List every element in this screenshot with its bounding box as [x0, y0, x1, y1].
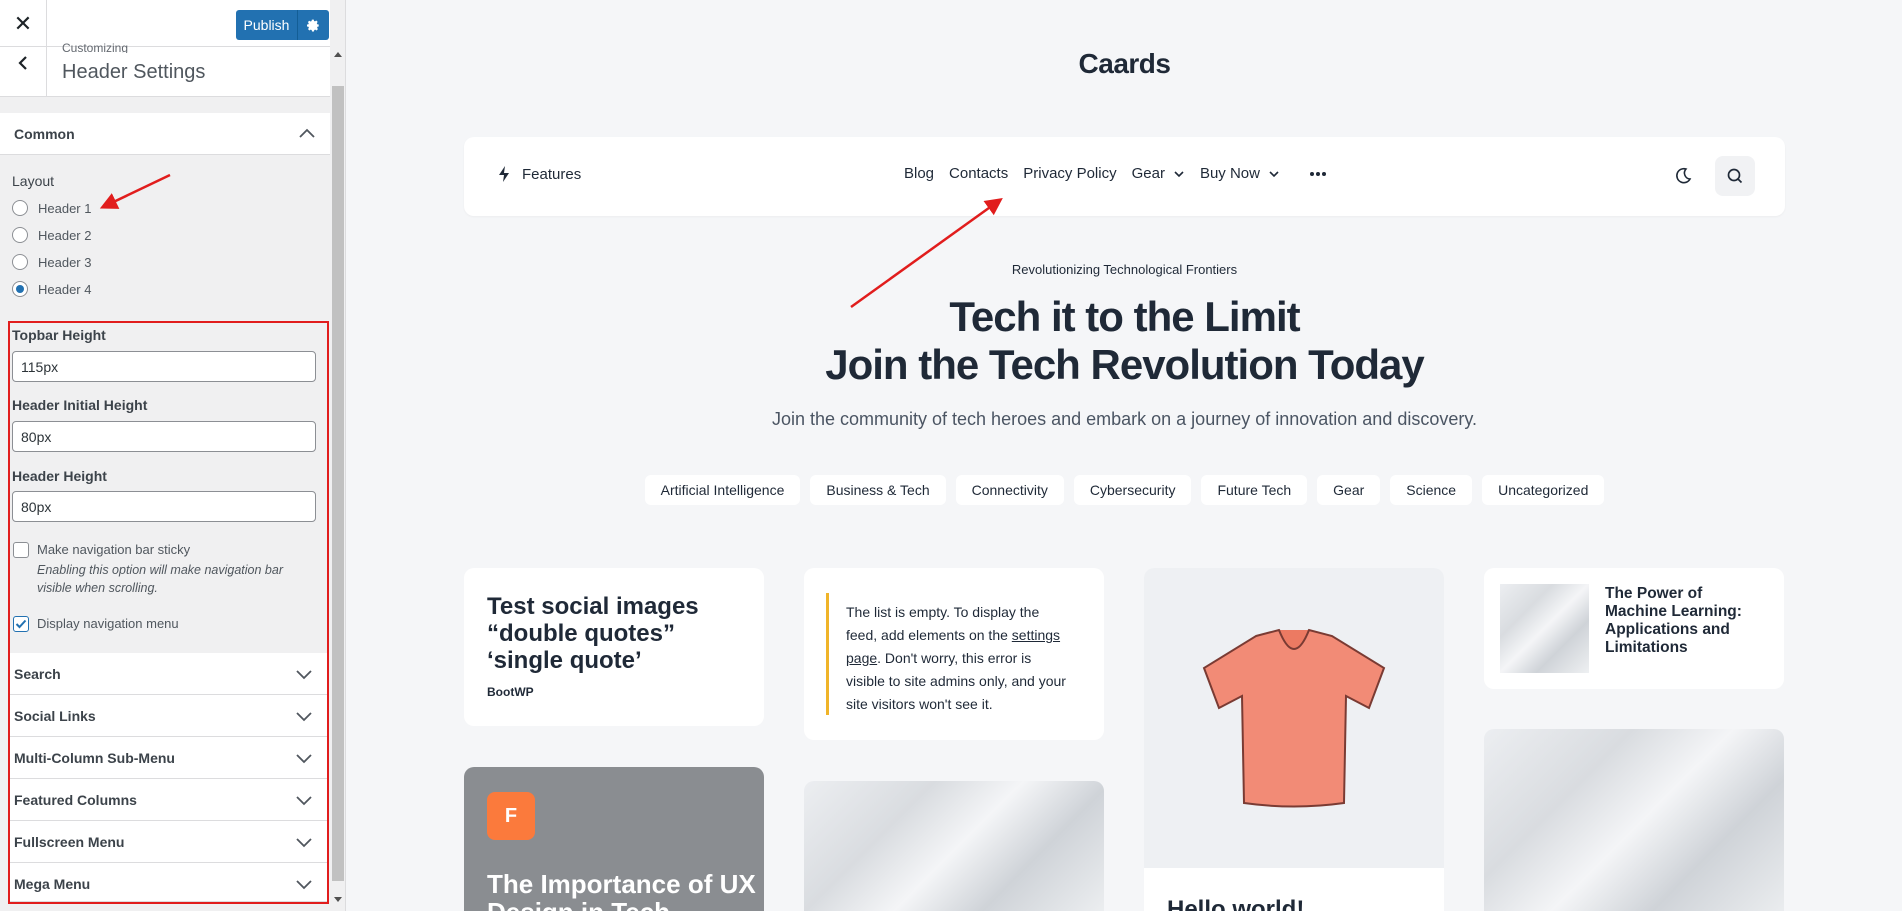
category-pills: Artificial Intelligence Business & Tech …	[347, 475, 1902, 505]
customizing-label: Customizing	[62, 41, 129, 53]
customizer-topbar: ✕ Publish	[0, 0, 330, 47]
highlight-border	[8, 321, 329, 904]
radio-label: Header 2	[38, 227, 92, 243]
nav-actions	[1663, 156, 1755, 196]
moon-icon	[1676, 167, 1692, 184]
layout-label: Layout	[12, 173, 55, 189]
category-pill[interactable]: Future Tech	[1201, 475, 1308, 505]
product-image[interactable]	[1144, 568, 1444, 868]
publish-button[interactable]: Publish	[236, 10, 298, 40]
category-pill[interactable]: Artificial Intelligence	[644, 475, 801, 505]
close-icon: ✕	[13, 10, 33, 36]
post-thumbnail[interactable]	[1500, 584, 1589, 673]
radio-button[interactable]	[12, 227, 28, 243]
feed-error-text: The list is empty. To display the feed, …	[846, 601, 1071, 716]
scrollbar-thumb[interactable]	[332, 86, 344, 881]
t-shirt-image	[1202, 628, 1386, 808]
scroll-up-arrow[interactable]	[334, 52, 342, 57]
nav-item-label: Privacy Policy	[1023, 165, 1117, 182]
chevron-down-icon	[1174, 170, 1184, 177]
post-badge: F	[487, 792, 535, 840]
nav-item-label: Buy Now	[1199, 165, 1260, 182]
post-card-product[interactable]: Hello world!	[1144, 568, 1444, 911]
category-pill[interactable]: Business & Tech	[810, 475, 946, 505]
category-pill[interactable]: Gear	[1317, 475, 1381, 505]
nav-item-contacts[interactable]: Contacts	[949, 165, 1008, 182]
section-title: Header Settings	[62, 61, 206, 83]
post-card-featured[interactable]: F The Importance of UX Design in Tech	[464, 767, 764, 911]
close-customizer-button[interactable]: ✕	[0, 0, 47, 47]
back-button[interactable]	[0, 47, 47, 97]
radio-label: Header 3	[38, 254, 92, 270]
site-preview: Caards Features Blog Contacts Privacy Po…	[347, 0, 1902, 911]
publish-settings-button[interactable]	[298, 10, 329, 40]
nav-menu: Blog Contacts Privacy Policy Gear Buy No…	[904, 165, 1342, 182]
customizer-sidebar: ✕ Publish Customizing Header Settings Co…	[0, 0, 346, 911]
search-icon	[1727, 168, 1743, 184]
post-title[interactable]: The Power of Machine Learning: Applicati…	[1605, 585, 1765, 657]
nav-item-privacy-policy[interactable]: Privacy Policy	[1023, 165, 1116, 182]
dark-mode-toggle[interactable]	[1663, 156, 1703, 196]
post-card-image[interactable]	[804, 781, 1104, 911]
nav-item-blog[interactable]: Blog	[904, 165, 934, 182]
more-menu-button[interactable]	[1309, 171, 1327, 177]
feed-text: . Don't worry, this error is visible to …	[846, 650, 1066, 712]
radio-label: Header 1	[38, 200, 92, 216]
section-header: Customizing Header Settings	[0, 41, 330, 97]
nav-item-label: Blog	[904, 165, 935, 182]
hero-title-line-2: Join the Tech Revolution Today	[825, 341, 1424, 388]
nav-item-gear[interactable]: Gear	[1132, 165, 1185, 182]
accordion-common[interactable]: Common	[0, 113, 330, 155]
hero-subtitle: Join the community of tech heroes and em…	[771, 409, 1478, 429]
post-title[interactable]: Hello world!	[1167, 896, 1304, 911]
category-pill[interactable]: Science	[1390, 475, 1473, 505]
feed-error-card: The list is empty. To display the feed, …	[804, 568, 1104, 740]
search-button[interactable]	[1715, 156, 1755, 196]
site-navbar: Features Blog Contacts Privacy Policy Ge…	[464, 137, 1785, 216]
category-pill[interactable]: Cybersecurity	[1073, 475, 1192, 505]
nav-features-label: Features	[522, 165, 582, 183]
radio-header-1[interactable]: Header 1	[12, 200, 91, 216]
radio-button[interactable]	[12, 254, 28, 270]
chevron-down-icon	[1269, 170, 1279, 177]
radio-button[interactable]	[12, 200, 28, 216]
nav-item-label: Gear	[1131, 165, 1165, 182]
category-pill[interactable]: Uncategorized	[1482, 475, 1605, 505]
site-title[interactable]: Caards	[347, 48, 1902, 80]
radio-header-3[interactable]: Header 3	[12, 254, 91, 270]
scroll-down-arrow[interactable]	[334, 897, 342, 902]
hero-eyebrow: Revolutionizing Technological Frontiers	[1011, 262, 1238, 277]
gear-icon	[307, 19, 319, 31]
chevron-left-icon	[18, 56, 27, 70]
category-pill[interactable]: Connectivity	[955, 475, 1064, 505]
radio-button[interactable]	[12, 281, 28, 297]
more-dots-icon	[1309, 171, 1326, 176]
radio-label: Header 4	[38, 281, 92, 297]
post-author[interactable]: BootWP	[487, 685, 534, 699]
nav-features[interactable]: Features	[496, 165, 581, 183]
post-card-small[interactable]: The Power of Machine Learning: Applicati…	[1484, 568, 1784, 689]
post-title[interactable]: The Importance of UX Design in Tech	[487, 870, 757, 911]
hero-title-line-1: Tech it to the Limit	[949, 293, 1300, 340]
post-card-image[interactable]	[1484, 729, 1784, 911]
accordion-title: Common	[14, 126, 75, 142]
radio-header-2[interactable]: Header 2	[12, 227, 91, 243]
nav-item-buy-now[interactable]: Buy Now	[1200, 165, 1280, 182]
lightning-icon	[499, 166, 509, 182]
radio-header-4[interactable]: Header 4	[12, 281, 91, 297]
chevron-up-icon	[299, 128, 315, 138]
post-card[interactable]: Test social images “double quotes” ‘sing…	[464, 568, 764, 726]
publish-group: Publish	[236, 10, 329, 40]
warning-bar	[826, 593, 829, 715]
feed-text: The list is empty. To display the feed, …	[846, 604, 1040, 643]
post-title[interactable]: Test social images “double quotes” ‘sing…	[487, 593, 737, 674]
nav-item-label: Contacts	[949, 165, 1009, 182]
